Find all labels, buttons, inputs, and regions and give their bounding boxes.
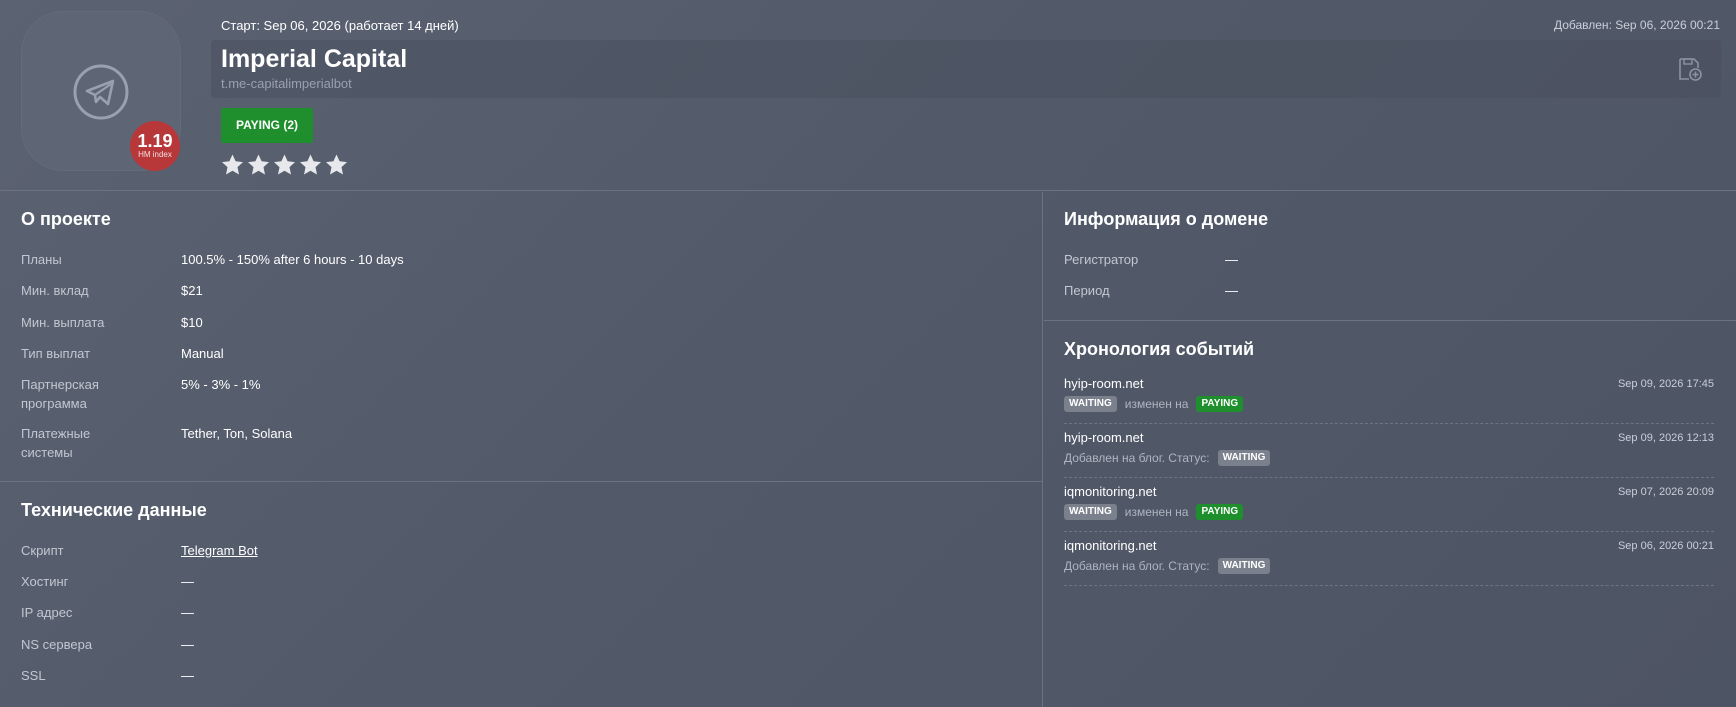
- event-description: WAITING изменен на PAYING: [1064, 396, 1244, 412]
- info-value: —: [181, 668, 194, 683]
- info-value: —: [1225, 283, 1238, 298]
- section-title-tech: Технические данные: [21, 500, 207, 520]
- info-value: —: [181, 605, 194, 620]
- event-date: Sep 07, 2026 20:09: [1617, 486, 1714, 498]
- event-date: Sep 09, 2026 17:45: [1617, 378, 1714, 390]
- info-value: $21: [181, 283, 203, 298]
- event-description: WAITING изменен на PAYING: [1064, 504, 1244, 520]
- event-date: Sep 09, 2026 12:13: [1617, 432, 1714, 444]
- timeline-event: iqmonitoring.net Sep 07, 2026 20:09 WAIT…: [1064, 478, 1714, 532]
- event-text: изменен на: [1124, 505, 1189, 519]
- event-text: Добавлен на блог. Статус:: [1064, 451, 1210, 465]
- star-icon[interactable]: [220, 153, 245, 177]
- hm-index-label: HM index: [138, 150, 172, 159]
- event-site[interactable]: iqmonitoring.net: [1064, 484, 1157, 499]
- info-value: —: [1225, 252, 1238, 267]
- info-value: —: [181, 637, 194, 652]
- status-tag-waiting: WAITING: [1217, 450, 1271, 466]
- script-link[interactable]: Telegram Bot: [181, 541, 258, 560]
- start-date-text: Старт: Sep 06, 2026 (работает 14 дней): [221, 18, 459, 33]
- info-value: 100.5% - 150% after 6 hours - 10 days: [181, 252, 404, 267]
- event-site[interactable]: hyip-room.net: [1064, 430, 1143, 445]
- domain-section: Информация о домене Регистратор — Период…: [1044, 192, 1736, 321]
- info-value: $10: [181, 315, 203, 330]
- bookmark-add-icon: [1679, 58, 1702, 81]
- info-value: Tether, Ton, Solana: [181, 426, 293, 441]
- star-icon[interactable]: [246, 153, 271, 177]
- title-bar: Imperial Capital t.me-capitalimperialbot: [211, 40, 1721, 98]
- info-key: Планы: [21, 252, 62, 267]
- timeline-event: iqmonitoring.net Sep 06, 2026 00:21 Доба…: [1064, 532, 1714, 586]
- status-tag-waiting: WAITING: [1217, 558, 1271, 574]
- info-value: 5% - 3% - 1%: [181, 377, 261, 392]
- event-text: изменен на: [1124, 397, 1189, 411]
- info-key: Партнерская программа: [21, 377, 99, 411]
- about-section: О проекте Планы 100.5% - 150% after 6 ho…: [0, 192, 1043, 482]
- page-title: Imperial Capital: [221, 45, 408, 73]
- section-title-timeline: Хронология событий: [1064, 339, 1255, 359]
- section-title-about: О проекте: [21, 209, 111, 229]
- timeline-section: Хронология событий hyip-room.net Sep 09,…: [1044, 322, 1736, 707]
- telegram-icon: [73, 64, 129, 120]
- section-title-domain: Информация о домене: [1064, 209, 1269, 229]
- timeline-event: hyip-room.net Sep 09, 2026 17:45 WAITING…: [1064, 370, 1714, 424]
- info-value: Manual: [181, 346, 224, 361]
- event-text: Добавлен на блог. Статус:: [1064, 559, 1210, 573]
- info-key: SSL: [21, 668, 46, 683]
- status-tag-waiting: WAITING: [1064, 504, 1117, 520]
- project-url[interactable]: t.me-capitalimperialbot: [221, 76, 352, 91]
- right-column: Информация о домене Регистратор — Период…: [1044, 192, 1736, 707]
- info-key: Скрипт: [21, 543, 64, 558]
- status-tag-paying: PAYING: [1196, 396, 1244, 412]
- star-icon[interactable]: [324, 153, 349, 177]
- event-description: Добавлен на блог. Статус: WAITING: [1064, 558, 1271, 574]
- info-key: IP адрес: [21, 605, 73, 620]
- info-key: Мин. выплата: [21, 315, 105, 330]
- event-site[interactable]: hyip-room.net: [1064, 376, 1143, 391]
- status-badge[interactable]: PAYING (2): [221, 108, 314, 143]
- timeline-event: hyip-room.net Sep 09, 2026 12:13 Добавле…: [1064, 424, 1714, 478]
- added-date-text: Добавлен: Sep 06, 2026 00:21: [1553, 18, 1720, 32]
- info-key: Мин. вклад: [21, 283, 89, 298]
- status-tag-waiting: WAITING: [1064, 396, 1117, 412]
- project-header: 1.19 HM index Старт: Sep 06, 2026 (работ…: [0, 0, 1736, 191]
- info-key: Период: [1064, 283, 1110, 298]
- info-key: Хостинг: [21, 574, 69, 589]
- hm-index-badge: 1.19 HM index: [130, 121, 180, 171]
- left-column: О проекте Планы 100.5% - 150% after 6 ho…: [0, 192, 1043, 707]
- info-key: Регистратор: [1064, 252, 1139, 267]
- event-site[interactable]: iqmonitoring.net: [1064, 538, 1157, 553]
- info-key: Тип выплат: [21, 346, 91, 361]
- star-icon[interactable]: [298, 153, 323, 177]
- event-description: Добавлен на блог. Статус: WAITING: [1064, 450, 1271, 466]
- hm-index-value: 1.19: [137, 131, 173, 151]
- bookmark-add-button[interactable]: [1677, 56, 1703, 87]
- rating-stars[interactable]: [220, 153, 349, 177]
- status-tag-paying: PAYING: [1196, 504, 1244, 520]
- info-key: Платежные системы: [21, 426, 91, 460]
- info-key: NS сервера: [21, 637, 93, 652]
- info-value: —: [181, 574, 194, 589]
- star-icon[interactable]: [272, 153, 297, 177]
- event-date: Sep 06, 2026 00:21: [1617, 540, 1714, 552]
- tech-section: Технические данные Скрипт Telegram Bot Х…: [0, 483, 1043, 707]
